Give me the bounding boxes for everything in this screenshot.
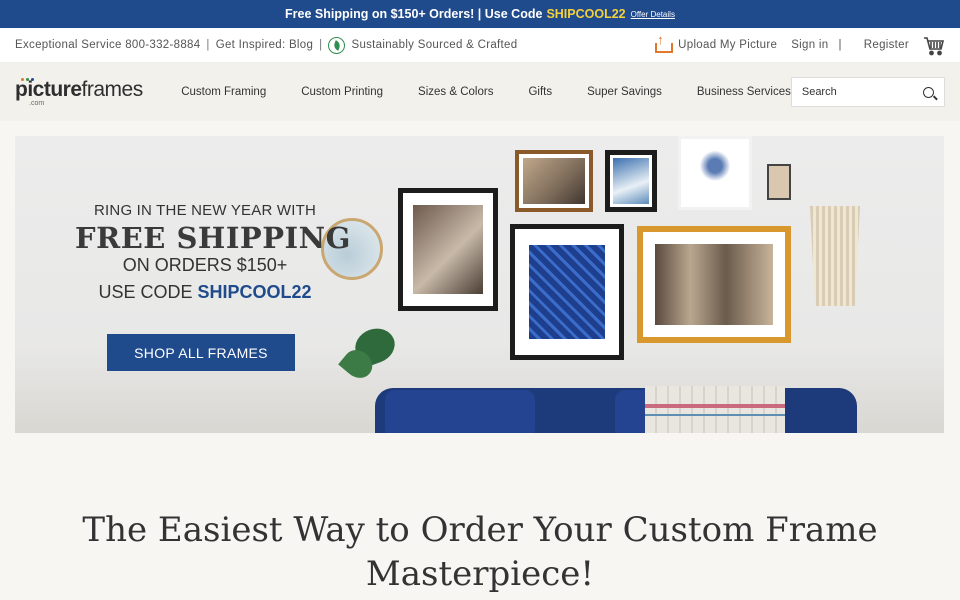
phone-link[interactable]: Exceptional Service 800-332-8884 — [15, 39, 200, 51]
logo-light: frames — [81, 77, 144, 101]
promo-text: Free Shipping on $150+ Orders! | Use Cod… — [285, 7, 543, 21]
hero-banner[interactable]: RING IN THE NEW YEAR WITH FREE SHIPPING … — [15, 136, 944, 433]
framed-photo-couple — [398, 188, 498, 311]
hero-line4: USE CODE SHIPCOOL22 — [85, 282, 325, 303]
nav-custom-framing[interactable]: Custom Framing — [181, 86, 266, 98]
logo-bold: picture — [15, 77, 82, 101]
promo-code: SHIPCOOL22 — [546, 7, 626, 21]
promo-bar: Free Shipping on $150+ Orders! | Use Cod… — [0, 0, 960, 28]
macrame-hanging — [810, 206, 860, 306]
logo[interactable]: pictureframes .com — [15, 77, 146, 107]
upload-icon — [654, 32, 674, 53]
upload-picture-link[interactable]: Upload My Picture — [654, 32, 778, 53]
hero-line1: RING IN THE NEW YEAR WITH — [94, 202, 316, 219]
main-nav: pictureframes .com Custom Framing Custom… — [0, 63, 960, 121]
hanging-terrarium — [767, 164, 791, 200]
search-input[interactable] — [801, 86, 912, 98]
nav-gifts[interactable]: Gifts — [528, 86, 552, 98]
shop-all-frames-button[interactable]: SHOP ALL FRAMES — [107, 334, 295, 371]
sustainability-link[interactable]: Sustainably Sourced & Crafted — [351, 39, 517, 51]
nav-business-services[interactable]: Business Services — [697, 86, 791, 98]
search-box — [790, 77, 945, 107]
nav-super-savings[interactable]: Super Savings — [587, 86, 662, 98]
upload-label: Upload My Picture — [678, 39, 778, 51]
blog-link[interactable]: Get Inspired: Blog — [216, 39, 313, 51]
hero-line3: ON ORDERS $150+ — [122, 255, 288, 275]
hero-code: SHIPCOOL22 — [197, 282, 312, 302]
signin-label: Sign in — [791, 39, 829, 51]
signin-link[interactable]: Sign in | — [791, 39, 842, 51]
page-headline: The Easiest Way to Order Your Custom Fra… — [82, 510, 878, 594]
logo-sub: .com — [29, 99, 45, 107]
cart-icon[interactable] — [923, 36, 945, 56]
hero-text: RING IN THE NEW YEAR WITH FREE SHIPPING … — [75, 202, 350, 303]
nav-sizes-colors[interactable]: Sizes & Colors — [418, 86, 493, 98]
offer-details-link[interactable]: Offer Details — [631, 10, 675, 19]
blanket-decor — [645, 386, 785, 433]
framed-photo-family-small — [515, 150, 593, 212]
framed-tree-print — [678, 136, 752, 210]
leaf-icon — [328, 36, 346, 54]
framed-blue-leaf-print — [510, 224, 624, 360]
search-icon[interactable] — [923, 86, 934, 98]
hero-headline: FREE SHIPPING — [75, 221, 351, 255]
framed-photo-mountains — [605, 150, 657, 212]
utility-bar: Exceptional Service 800-332-8884 | Get I… — [0, 28, 960, 63]
hero-code-prefix: USE CODE — [98, 282, 193, 302]
framed-photo-family-large — [637, 226, 791, 343]
register-link[interactable]: Register — [864, 39, 909, 51]
nav-custom-printing[interactable]: Custom Printing — [301, 86, 383, 98]
